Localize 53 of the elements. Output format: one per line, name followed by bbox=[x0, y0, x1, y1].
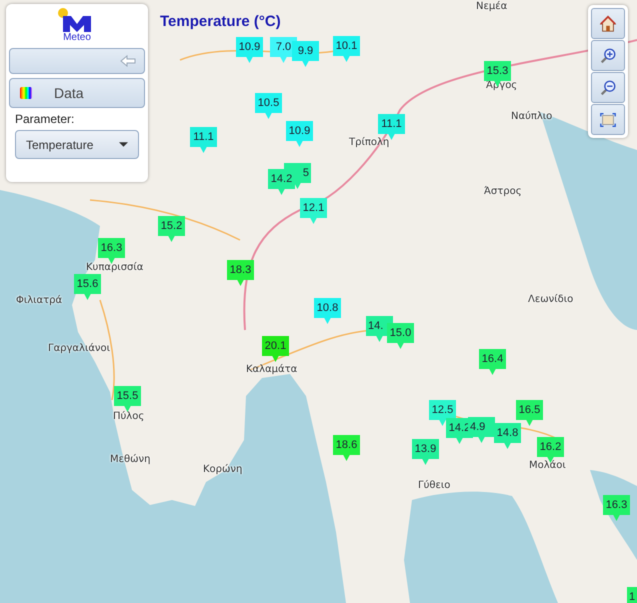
zoom-out-icon bbox=[599, 78, 617, 96]
place-label: Λεωνίδιο bbox=[528, 294, 574, 305]
temperature-marker[interactable]: 9.9 bbox=[292, 41, 319, 67]
temperature-marker[interactable]: 10.9 bbox=[286, 121, 313, 147]
temperature-marker[interactable]: 13.9 bbox=[412, 439, 439, 465]
place-label: Κυπαρισσία bbox=[86, 262, 144, 273]
place-label: Γύθειο bbox=[418, 480, 450, 491]
map-title: Temperature (°C) bbox=[160, 13, 281, 30]
place-label: Καλαμάτα bbox=[246, 364, 298, 375]
temperature-marker[interactable]: 4.9 bbox=[468, 417, 495, 443]
zoom-in-button[interactable] bbox=[591, 40, 625, 71]
caret-icon bbox=[119, 142, 128, 147]
home-button[interactable] bbox=[591, 8, 625, 39]
place-label: Άστρος bbox=[484, 186, 522, 197]
temperature-marker[interactable]: 15.2 bbox=[158, 216, 185, 242]
place-label: Κορώνη bbox=[203, 464, 242, 475]
temperature-marker[interactable]: 11.1 bbox=[190, 127, 217, 153]
house-icon bbox=[599, 14, 617, 32]
place-label: Μολάοι bbox=[529, 460, 566, 471]
arrow-left-icon bbox=[120, 55, 136, 67]
color-scale-icon bbox=[20, 87, 32, 99]
place-label: Μεθώνη bbox=[110, 454, 150, 465]
place-label: Τρίπολη bbox=[349, 137, 390, 148]
temperature-marker[interactable]: 10.5 bbox=[255, 93, 282, 119]
temperature-marker[interactable]: 14.2 bbox=[268, 169, 295, 195]
temperature-marker[interactable]: 12.1 bbox=[300, 198, 327, 224]
temperature-marker[interactable]: 20.1 bbox=[262, 336, 289, 362]
place-label: Ναύπλιο bbox=[511, 111, 552, 122]
temperature-marker[interactable]: 16.4 bbox=[479, 349, 506, 375]
temperature-marker[interactable]: 15.5 bbox=[114, 386, 141, 412]
temperature-marker[interactable]: 14.8 bbox=[494, 423, 521, 449]
place-label: Γαργαλιάνοι bbox=[48, 343, 110, 354]
temperature-marker[interactable]: 10.8 bbox=[314, 298, 341, 324]
full-extent-icon bbox=[599, 110, 617, 128]
parameter-dropdown[interactable]: Temperature bbox=[15, 130, 139, 159]
temperature-marker[interactable]: 10.1 bbox=[333, 36, 360, 62]
temperature-marker[interactable]: 16.3 bbox=[98, 238, 125, 264]
zoom-in-icon bbox=[599, 46, 617, 64]
place-label: Νεμέα bbox=[476, 1, 508, 12]
temperature-marker[interactable]: 18.6 bbox=[333, 435, 360, 461]
temperature-marker[interactable]: 16.5 bbox=[516, 400, 543, 426]
place-label: Φιλιατρά bbox=[16, 295, 62, 306]
temperature-marker[interactable]: 10.9 bbox=[236, 37, 263, 63]
logo-text: Meteo bbox=[63, 32, 91, 44]
temperature-marker[interactable]: 15.6 bbox=[74, 274, 101, 300]
parameter-label: Parameter: bbox=[14, 112, 76, 126]
zoom-out-button[interactable] bbox=[591, 72, 625, 103]
temperature-marker[interactable]: 1 bbox=[627, 587, 637, 603]
temperature-marker[interactable]: 18.3 bbox=[227, 260, 254, 286]
temperature-marker[interactable]: 15.0 bbox=[387, 323, 414, 349]
data-button[interactable]: Data bbox=[9, 78, 145, 108]
place-label: Πύλος bbox=[113, 411, 144, 422]
full-extent-button[interactable] bbox=[591, 104, 625, 135]
